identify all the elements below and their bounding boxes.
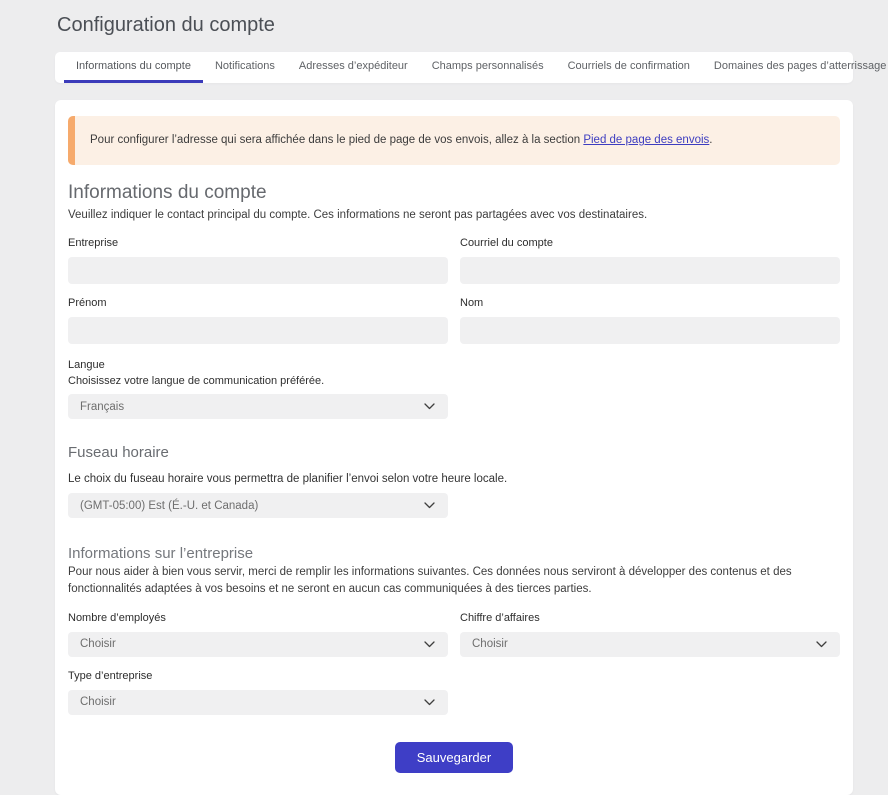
last-name-label: Nom — [460, 297, 840, 309]
account-email-input[interactable] — [460, 257, 840, 284]
account-info-subtitle: Veuillez indiquer le contact principal d… — [68, 207, 840, 224]
revenue-select[interactable]: Choisir — [460, 632, 840, 657]
timezone-select[interactable]: (GMT-05:00) Est (É.-U. et Canada) — [68, 493, 448, 518]
tab-courriels-confirmation[interactable]: Courriels de confirmation — [556, 52, 702, 83]
revenue-field: Chiffre d’affaires Choisir — [460, 612, 840, 657]
last-name-field: Nom — [460, 297, 840, 344]
tab-label: Domaines des pages d’atterrissage — [714, 60, 886, 72]
account-email-label: Courriel du compte — [460, 237, 840, 249]
company-info-row: Nombre d’employés Choisir Chiffre d’affa… — [68, 612, 840, 670]
employees-label: Nombre d’employés — [68, 612, 448, 624]
account-email-field: Courriel du compte — [460, 237, 840, 284]
tab-label: Champs personnalisés — [432, 60, 544, 72]
company-type-field: Type d’entreprise Choisir — [68, 670, 840, 715]
page-title: Configuration du compte — [55, 0, 853, 52]
language-select-value: Français — [80, 401, 124, 413]
chevron-down-icon — [424, 699, 435, 706]
last-name-input[interactable] — [460, 317, 840, 344]
employees-select[interactable]: Choisir — [68, 632, 448, 657]
timezone-helper: Le choix du fuseau horaire vous permettr… — [68, 473, 840, 485]
chevron-down-icon — [424, 403, 435, 410]
company-info-heading: Informations sur l’entreprise — [68, 545, 840, 562]
save-button[interactable]: Sauvegarder — [395, 742, 513, 773]
tab-champs-personnalises[interactable]: Champs personnalisés — [420, 52, 556, 83]
language-select[interactable]: Français — [68, 394, 448, 419]
tab-label: Adresses d’expéditeur — [299, 60, 408, 72]
timezone-select-value: (GMT-05:00) Est (É.-U. et Canada) — [80, 500, 258, 512]
info-banner: Pour configurer l’adresse qui sera affic… — [68, 116, 840, 165]
account-fields-row-2: Prénom Nom — [68, 297, 840, 357]
banner-accent-bar — [68, 116, 75, 165]
first-name-label: Prénom — [68, 297, 448, 309]
account-info-heading: Informations du compte — [68, 182, 840, 204]
tab-label: Courriels de confirmation — [568, 60, 690, 72]
tab-informations-du-compte[interactable]: Informations du compte — [64, 52, 203, 83]
page-container: Configuration du compte Informations du … — [55, 0, 853, 795]
revenue-select-value: Choisir — [472, 638, 508, 650]
tab-label: Notifications — [215, 60, 275, 72]
tab-adresses-expediteur[interactable]: Adresses d’expéditeur — [287, 52, 420, 83]
company-type-select-value: Choisir — [80, 696, 116, 708]
tab-bar: Informations du compte Notifications Adr… — [55, 52, 853, 83]
banner-text-end: . — [709, 134, 712, 146]
language-helper: Choisissez votre langue de communication… — [68, 375, 840, 387]
chevron-down-icon — [424, 502, 435, 509]
chevron-down-icon — [816, 641, 827, 648]
company-type-select[interactable]: Choisir — [68, 690, 448, 715]
tab-notifications[interactable]: Notifications — [203, 52, 287, 83]
language-field: Langue Choisissez votre langue de commun… — [68, 359, 840, 419]
timezone-heading: Fuseau horaire — [68, 444, 840, 461]
account-fields-row-1: Entreprise Courriel du compte — [68, 237, 840, 297]
first-name-field: Prénom — [68, 297, 448, 344]
company-info-subtitle: Pour nous aider à bien vous servir, merc… — [68, 564, 840, 599]
content-card: Pour configurer l’adresse qui sera affic… — [55, 100, 853, 795]
language-label: Langue — [68, 359, 840, 371]
banner-text: Pour configurer l’adresse qui sera affic… — [90, 134, 583, 146]
tab-label: Informations du compte — [76, 60, 191, 72]
chevron-down-icon — [424, 641, 435, 648]
footer-section-link[interactable]: Pied de page des envois — [583, 134, 709, 146]
revenue-label: Chiffre d’affaires — [460, 612, 840, 624]
first-name-input[interactable] — [68, 317, 448, 344]
tab-domaines-atterrissage[interactable]: Domaines des pages d’atterrissage — [702, 52, 888, 83]
company-input[interactable] — [68, 257, 448, 284]
employees-select-value: Choisir — [80, 638, 116, 650]
company-type-label: Type d’entreprise — [68, 670, 840, 682]
employees-field: Nombre d’employés Choisir — [68, 612, 448, 657]
company-label: Entreprise — [68, 237, 448, 249]
save-row: Sauvegarder — [68, 742, 840, 773]
company-field: Entreprise — [68, 237, 448, 284]
